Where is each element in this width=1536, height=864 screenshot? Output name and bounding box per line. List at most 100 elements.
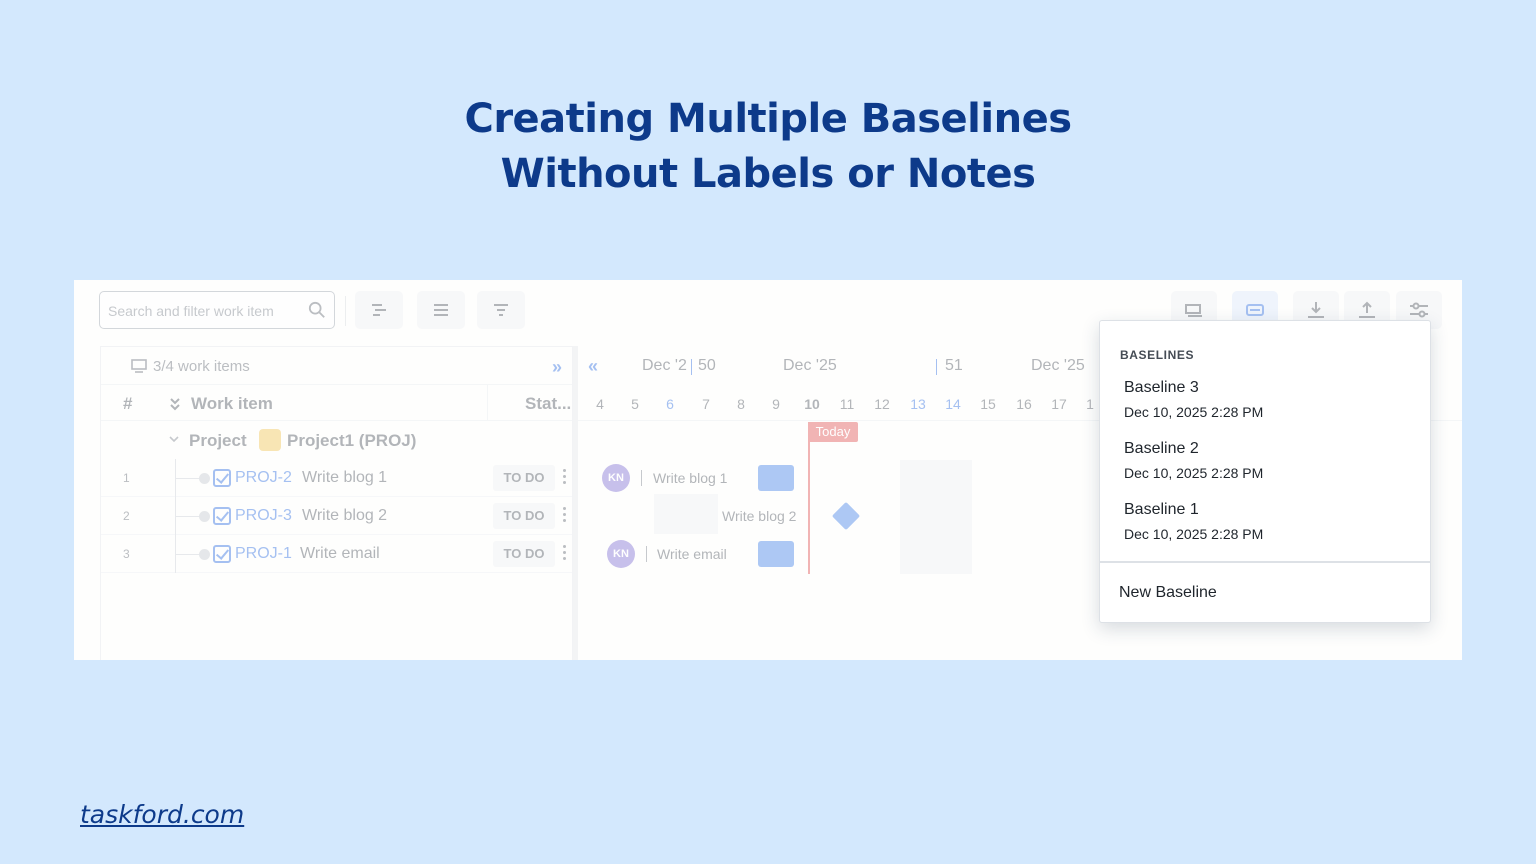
timeline-day: 14 [945,396,961,412]
upload-icon [1359,301,1375,318]
timeline-day: 17 [1051,396,1067,412]
gantt-view-button[interactable] [355,291,403,329]
baseline-item[interactable]: Baseline 2 Dec 10, 2025 2:28 PM [1124,440,1414,496]
status-badge[interactable]: TO DO [493,465,555,491]
row-number: 3 [123,547,130,561]
timeline-day: 4 [596,396,604,412]
work-item-panel-header: 3/4 work items » [101,347,572,385]
timeline-day: 5 [631,396,639,412]
timeline-day: 8 [737,396,745,412]
search-input[interactable]: Search and filter work item [99,291,335,329]
column-num: # [123,394,133,413]
filter-button[interactable] [477,291,525,329]
baseline-ghost-bar [654,494,718,534]
table-row[interactable]: 2 PROJ-3 Write blog 2 TO DO [101,497,572,535]
gantt-task-bar[interactable] [758,541,794,567]
baseline-icon [1246,304,1264,316]
gantt-task-bar[interactable] [758,465,794,491]
timeline-day: 9 [772,396,780,412]
work-items-count: 3/4 work items [153,358,250,375]
timeline-day: 7 [702,396,710,412]
baseline-item[interactable]: Baseline 1 Dec 10, 2025 2:28 PM [1124,501,1414,557]
dependency-dot-icon[interactable] [199,511,210,522]
timeline-month: Dec '2 [642,357,687,374]
baseline-date: Dec 10, 2025 2:28 PM [1124,404,1264,420]
avatar[interactable]: KN [602,464,630,492]
gantt-bar-label: Write blog 1 [653,470,728,486]
work-item-title[interactable]: Write email [300,545,380,563]
timeline-day: 12 [874,396,890,412]
dependency-dot-icon[interactable] [199,549,210,560]
row-menu-icon[interactable] [563,545,567,563]
row-menu-icon[interactable] [563,507,567,525]
status-badge[interactable]: TO DO [493,541,555,567]
expand-all-icon[interactable] [169,397,181,411]
work-item-key[interactable]: PROJ-2 [235,469,292,487]
group-label: Project [189,431,247,450]
headline-line-2: Without Labels or Notes [500,151,1036,197]
milestone-diamond-icon[interactable] [831,501,861,531]
search-icon [308,301,325,318]
task-checkbox-icon [213,545,231,563]
column-divider [487,385,488,421]
baseline-name: Baseline 1 [1124,501,1199,518]
work-item-key[interactable]: PROJ-3 [235,507,292,525]
today-marker-label: Today [808,422,858,442]
gantt-bar-label: Write email [657,546,727,562]
toolbar-divider [345,296,346,326]
bar-label-separator [641,470,642,486]
dependency-dot-icon[interactable] [199,473,210,484]
new-baseline-button[interactable]: New Baseline [1119,584,1217,602]
settings-sliders-icon [1410,302,1428,318]
today-marker-line [808,422,810,574]
headline-line-1: Creating Multiple Baselines [464,96,1072,142]
baseline-compare-icon [1185,304,1202,317]
column-header-row: # Work item Stat... [101,385,572,421]
baseline-date: Dec 10, 2025 2:28 PM [1124,465,1264,481]
column-status[interactable]: Stat... [525,394,571,414]
work-item-key[interactable]: PROJ-1 [235,545,292,563]
column-work-item[interactable]: Work item [191,394,273,414]
page-headline: Creating Multiple Baselines Without Labe… [0,92,1536,202]
timeline-month: Dec '25 [783,357,837,374]
project-group-row[interactable]: Project Project1 (PROJ) [101,421,572,459]
timeline-day: 13 [910,396,926,412]
work-item-title[interactable]: Write blog 1 [302,469,387,487]
timeline-week: 50 [698,357,716,374]
task-checkbox-icon [213,469,231,487]
timeline-day: 10 [804,396,820,412]
status-badge[interactable]: TO DO [493,503,555,529]
baseline-item[interactable]: Baseline 3 Dec 10, 2025 2:28 PM [1124,379,1414,435]
work-item-title[interactable]: Write blog 2 [302,507,387,525]
download-icon [1308,302,1324,318]
week-separator [936,359,937,375]
table-row[interactable]: 1 PROJ-2 Write blog 1 TO DO [101,459,572,497]
avatar[interactable]: KN [607,540,635,568]
scroll-left-icon[interactable]: « [588,356,598,377]
collapse-panel-icon[interactable]: » [552,357,562,378]
chevron-down-icon[interactable] [169,435,179,443]
baseline-date: Dec 10, 2025 2:28 PM [1124,526,1264,542]
project-avatar-icon [259,429,281,451]
timeline-day: 6 [666,396,674,412]
row-number: 1 [123,471,130,485]
week-separator [691,359,692,375]
weekend-shading [900,460,972,574]
group-project-name: Project1 (PROJ) [287,431,417,450]
list-view-icon [434,304,448,316]
filter-icon [494,304,508,316]
baselines-dropdown: BASELINES Baseline 3 Dec 10, 2025 2:28 P… [1099,320,1431,623]
table-row[interactable]: 3 PROJ-1 Write email TO DO [101,535,572,573]
task-checkbox-icon [213,507,231,525]
timeline-day: 15 [980,396,996,412]
website-link[interactable]: taskford.com [80,800,244,829]
timeline-day: 11 [839,396,855,412]
baseline-name: Baseline 3 [1124,379,1199,396]
timeline-month: Dec '25 [1031,357,1085,374]
row-menu-icon[interactable] [563,469,567,487]
work-items-icon [131,359,147,373]
row-number: 2 [123,509,130,523]
baseline-name: Baseline 2 [1124,440,1199,457]
gantt-view-icon [372,304,386,316]
list-view-button[interactable] [417,291,465,329]
